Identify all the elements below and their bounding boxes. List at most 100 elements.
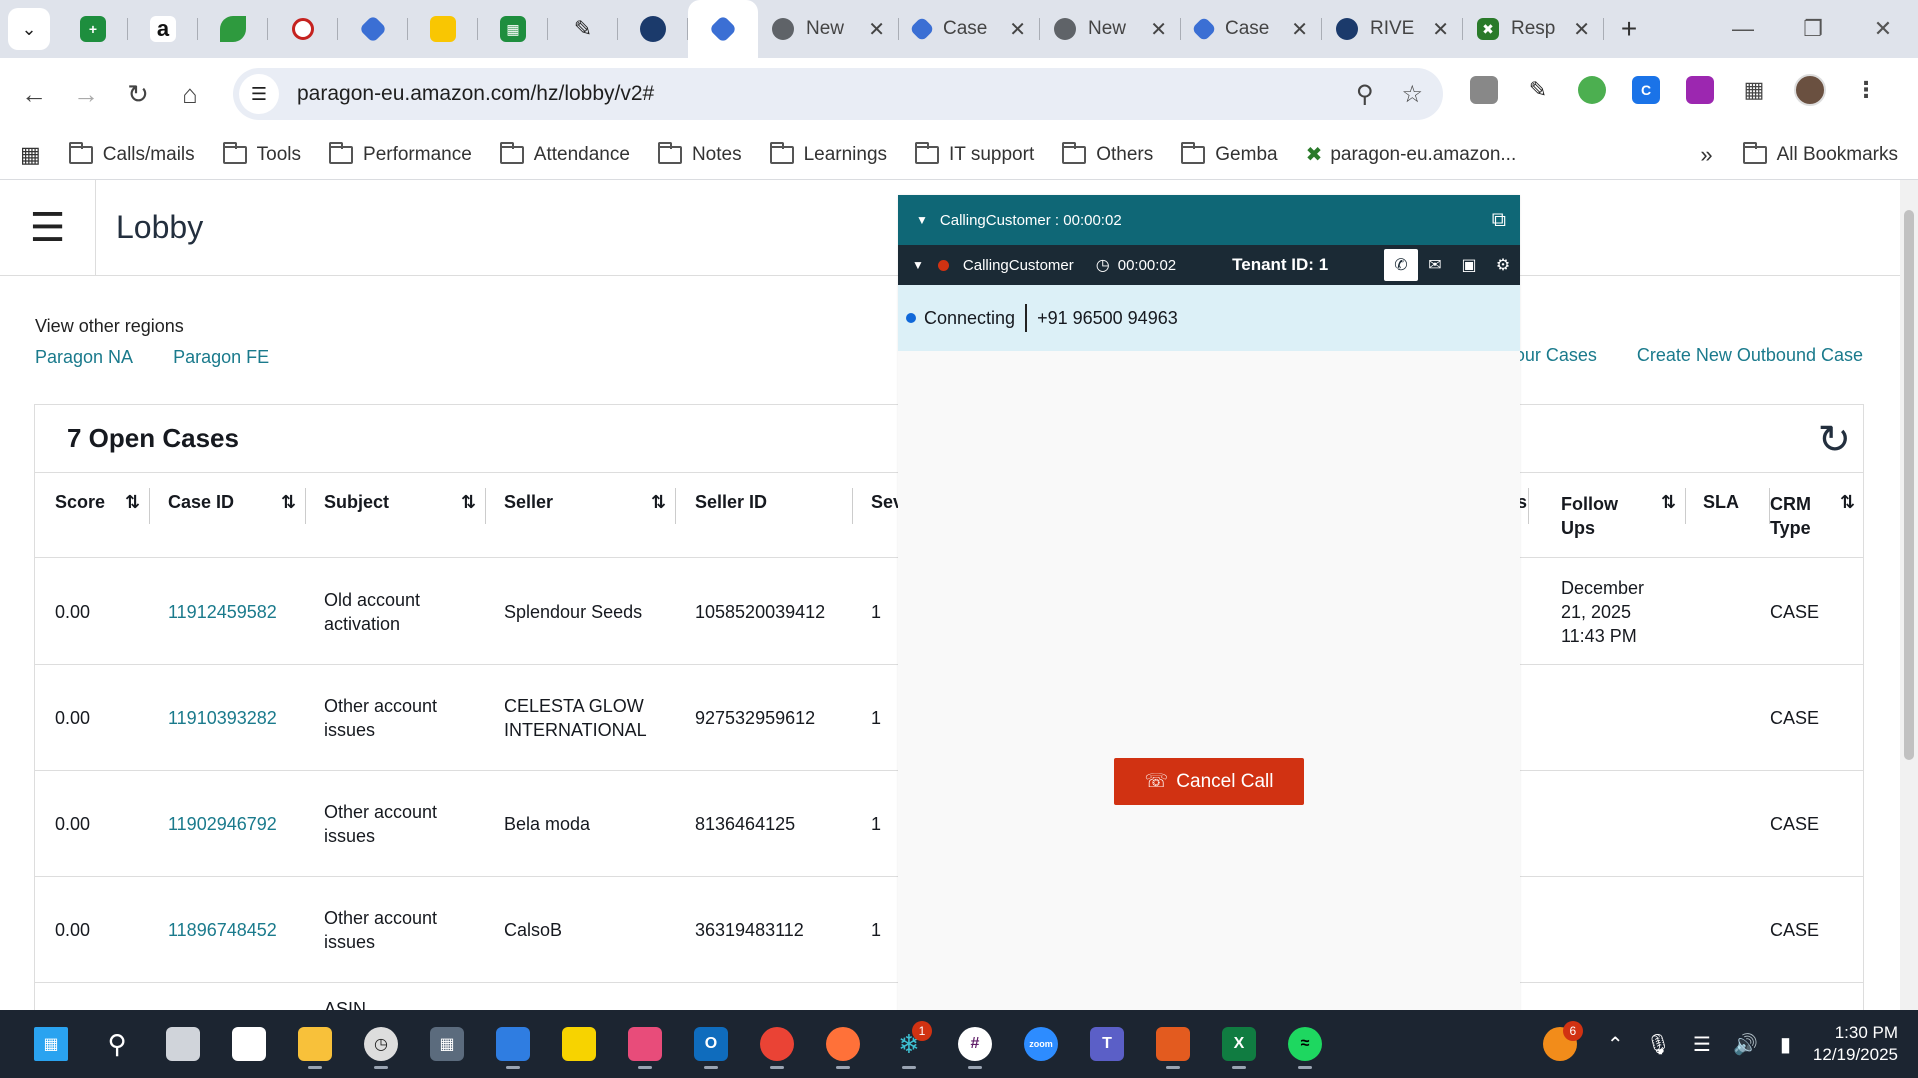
pinned-tab-pen[interactable]: ✎: [548, 0, 618, 58]
sort-icon[interactable]: ⇅: [281, 492, 296, 513]
sort-icon[interactable]: ⇅: [651, 492, 666, 513]
tab-5[interactable]: ✖ Resp ✕: [1463, 0, 1604, 58]
minimize-icon[interactable]: —: [1708, 16, 1778, 42]
case-id-link[interactable]: 11910393282: [168, 665, 277, 771]
tab-3[interactable]: Case ✕: [1181, 0, 1322, 58]
c-extension-icon[interactable]: C: [1632, 76, 1660, 104]
purple-extension-icon[interactable]: [1686, 76, 1714, 104]
volume-icon[interactable]: 🔊: [1733, 1032, 1758, 1057]
bookmark-folder[interactable]: Tools: [222, 141, 301, 166]
slack-app[interactable]: #: [950, 1019, 1000, 1069]
briefcase-icon[interactable]: ▣: [1452, 249, 1486, 281]
sort-icon[interactable]: ⇅: [1840, 492, 1855, 513]
bookmark-site[interactable]: ✖ paragon-eu.amazon...: [1306, 142, 1517, 167]
case-id-link[interactable]: 11896748452: [168, 877, 277, 983]
bookmark-folder[interactable]: IT support: [915, 141, 1034, 166]
snipping-tool-app[interactable]: [620, 1019, 670, 1069]
kebab-menu-icon[interactable]: ⋮: [1852, 76, 1880, 104]
bookmark-folder[interactable]: Attendance: [499, 141, 630, 166]
bookmark-folder[interactable]: Learnings: [769, 141, 887, 166]
pinned-tab-amazon[interactable]: a: [128, 0, 198, 58]
tab-0[interactable]: New ✕: [758, 0, 899, 58]
teams-app[interactable]: T: [1082, 1019, 1132, 1069]
apps-grid-icon[interactable]: ▦: [20, 142, 41, 168]
create-outbound-case-link[interactable]: Create New Outbound Case: [1637, 345, 1863, 366]
pinned-tab-target[interactable]: [268, 0, 338, 58]
back-icon[interactable]: ←: [8, 79, 60, 110]
hamburger-menu-icon[interactable]: ☰: [0, 180, 96, 276]
close-tab-icon[interactable]: ✕: [1291, 17, 1308, 42]
tab-1[interactable]: Case ✕: [899, 0, 1040, 58]
refresh-icon[interactable]: ↻: [1817, 417, 1851, 463]
tab-2[interactable]: New ✕: [1040, 0, 1181, 58]
column-crm-type[interactable]: CRM Type: [1770, 492, 1820, 540]
pinned-tab-sheets[interactable]: +: [58, 0, 128, 58]
softphone-header[interactable]: ▼ CallingCustomer : 00:00:02 ⧉: [898, 195, 1520, 245]
close-tab-icon[interactable]: ✕: [868, 17, 885, 42]
region-link-fe[interactable]: Paragon FE: [173, 347, 269, 368]
pinned-tab-paragon[interactable]: [338, 0, 408, 58]
new-tab-button[interactable]: +: [1604, 13, 1654, 45]
bookmark-folder[interactable]: Calls/mails: [68, 141, 195, 166]
tray-app[interactable]: 6: [1535, 1019, 1585, 1069]
sort-icon[interactable]: ⇅: [1661, 492, 1676, 513]
reload-icon[interactable]: ↻: [112, 79, 164, 110]
spotify-app[interactable]: ≈: [1280, 1019, 1330, 1069]
address-bar[interactable]: ☰ paragon-eu.amazon.com/hz/lobby/v2# ⚲ ☆: [233, 68, 1443, 120]
scrollbar-thumb[interactable]: [1904, 210, 1914, 760]
column-score[interactable]: Score: [55, 492, 105, 513]
explorer-app[interactable]: [290, 1019, 340, 1069]
pinned-tab-leaf[interactable]: [198, 0, 268, 58]
tab-search-button[interactable]: ⌄: [8, 8, 50, 50]
recorder-app[interactable]: [1148, 1019, 1198, 1069]
pen-extension-icon[interactable]: ✎: [1524, 76, 1552, 104]
close-window-icon[interactable]: ✕: [1848, 16, 1918, 42]
close-tab-icon[interactable]: ✕: [1009, 17, 1026, 42]
column-seller-id[interactable]: Seller ID: [695, 492, 767, 513]
bot-extension-icon[interactable]: [1578, 76, 1606, 104]
settings-gear-icon[interactable]: ⚙: [1486, 249, 1520, 281]
kiro-app[interactable]: ❄ 1: [884, 1019, 934, 1069]
wifi-icon[interactable]: ☰: [1693, 1032, 1711, 1057]
incognito-icon[interactable]: [1470, 76, 1498, 104]
excel-app[interactable]: X: [1214, 1019, 1264, 1069]
tab-4[interactable]: RIVE ✕: [1322, 0, 1463, 58]
cancel-call-button[interactable]: ☏ Cancel Call: [1114, 758, 1304, 805]
all-bookmarks[interactable]: All Bookmarks: [1742, 141, 1898, 166]
notepad-app[interactable]: [488, 1019, 538, 1069]
zoom-app[interactable]: zoom: [1016, 1019, 1066, 1069]
home-icon[interactable]: ⌂: [164, 79, 216, 110]
bookmark-star-icon[interactable]: ☆: [1401, 80, 1423, 109]
store-app[interactable]: [224, 1019, 274, 1069]
sticky-notes-app[interactable]: [554, 1019, 604, 1069]
collapse-icon[interactable]: ▼: [916, 213, 928, 227]
close-tab-icon[interactable]: ✕: [1573, 17, 1590, 42]
pinned-tab-river[interactable]: [618, 0, 688, 58]
column-case-id[interactable]: Case ID: [168, 492, 234, 513]
more-bookmarks-icon[interactable]: »: [1700, 142, 1712, 168]
column-sla[interactable]: SLA: [1703, 492, 1739, 513]
start-button[interactable]: ▦: [26, 1019, 76, 1069]
bookmark-folder[interactable]: Performance: [329, 141, 472, 166]
chat-icon[interactable]: ✉: [1418, 249, 1452, 281]
bookmark-folder[interactable]: Notes: [657, 141, 742, 166]
taskbar-clock[interactable]: 1:30 PM 12/19/2025: [1813, 1022, 1898, 1066]
bookmark-folder[interactable]: Others: [1062, 141, 1153, 166]
case-id-link[interactable]: 11902946792: [168, 771, 277, 877]
chevron-up-icon[interactable]: ⌃: [1607, 1032, 1624, 1057]
column-follow-ups[interactable]: Follow Ups: [1561, 492, 1631, 540]
close-tab-icon[interactable]: ✕: [1432, 17, 1449, 42]
close-tab-icon[interactable]: ✕: [1150, 17, 1167, 42]
profile-avatar[interactable]: [1794, 74, 1826, 106]
search-button[interactable]: ⚲: [92, 1019, 142, 1069]
outlook-app[interactable]: O: [686, 1019, 736, 1069]
collapse-icon[interactable]: ▼: [912, 258, 924, 272]
calculator-app[interactable]: ▦: [422, 1019, 472, 1069]
pinned-tab-keep[interactable]: [408, 0, 478, 58]
battery-icon[interactable]: ▮: [1780, 1032, 1791, 1057]
puzzle-icon[interactable]: ▦: [1740, 76, 1768, 104]
region-link-na[interactable]: Paragon NA: [35, 347, 133, 368]
page-scrollbar[interactable]: [1900, 180, 1918, 1010]
microphone-icon[interactable]: 🎙: [1646, 1032, 1671, 1057]
pinned-tab-forms[interactable]: ▦: [478, 0, 548, 58]
